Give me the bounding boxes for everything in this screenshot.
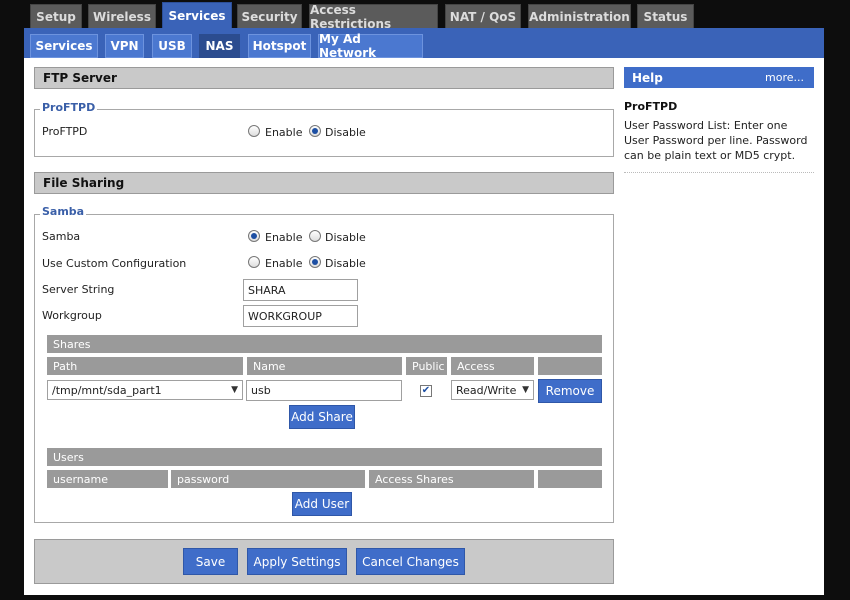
proftpd-enable-radio[interactable]	[248, 125, 260, 137]
share-access-value: Read/Write	[456, 383, 517, 397]
share-name-input[interactable]	[246, 380, 402, 401]
users-access-shares-header: Access Shares	[369, 470, 534, 488]
add-user-button[interactable]: Add User	[292, 492, 352, 516]
add-share-button[interactable]: Add Share	[289, 405, 355, 429]
share-public-checkbox[interactable]: ✔	[420, 385, 432, 397]
help-topic: ProFTPD	[624, 100, 678, 113]
ftp-server-header: FTP Server	[34, 67, 614, 89]
shares-title: Shares	[47, 335, 602, 353]
apply-settings-button[interactable]: Apply Settings	[247, 548, 347, 575]
shares-access-header: Access	[451, 357, 534, 375]
top-tab-services[interactable]: Services	[162, 2, 232, 28]
share-path-value: /tmp/mnt/sda_part1	[52, 383, 162, 397]
chevron-down-icon: ▼	[522, 385, 529, 395]
sub-tab-hotspot[interactable]: Hotspot	[248, 34, 311, 58]
custom-config-enable-radio[interactable]	[248, 256, 260, 268]
file-sharing-header: File Sharing	[34, 172, 614, 194]
sub-tab-nas[interactable]: NAS	[199, 34, 240, 58]
sub-tab-services[interactable]: Services	[30, 34, 98, 58]
users-title: Users	[47, 448, 602, 466]
workgroup-input[interactable]	[243, 305, 358, 327]
shares-name-header: Name	[247, 357, 402, 375]
top-tab-setup[interactable]: Setup	[30, 4, 82, 28]
sub-tab-usb[interactable]: USB	[152, 34, 192, 58]
custom-config-enable-label: Enable	[265, 257, 303, 270]
custom-config-disable-radio[interactable]	[309, 256, 321, 268]
workgroup-label: Workgroup	[42, 309, 102, 322]
users-password-header: password	[171, 470, 365, 488]
proftpd-label: ProFTPD	[42, 125, 88, 138]
remove-share-button[interactable]: Remove	[538, 379, 602, 403]
proftpd-fieldset	[34, 109, 614, 157]
chevron-down-icon: ▼	[231, 385, 238, 395]
users-username-header: username	[47, 470, 168, 488]
top-tab-security[interactable]: Security	[237, 4, 302, 28]
help-more-link[interactable]: more...	[765, 71, 804, 84]
server-string-input[interactable]	[243, 279, 358, 301]
custom-config-disable-label: Disable	[325, 257, 366, 270]
top-tab-administration[interactable]: Administration	[528, 4, 631, 28]
share-access-select[interactable]: Read/Write ▼	[451, 380, 534, 400]
top-tab-nat-qos[interactable]: NAT / QoS	[445, 4, 521, 28]
users-action-header	[538, 470, 602, 488]
help-header: Help more...	[624, 67, 814, 88]
proftpd-enable-label: Enable	[265, 126, 303, 139]
samba-enable-radio[interactable]	[248, 230, 260, 242]
samba-disable-radio[interactable]	[309, 230, 321, 242]
shares-public-header: Public	[406, 357, 447, 375]
proftpd-disable-radio[interactable]	[309, 125, 321, 137]
share-path-select[interactable]: /tmp/mnt/sda_part1 ▼	[47, 380, 243, 400]
top-tab-wireless[interactable]: Wireless	[88, 4, 156, 28]
proftpd-legend: ProFTPD	[40, 101, 98, 114]
help-text: User Password List: Enter one User Passw…	[624, 119, 808, 162]
samba-label: Samba	[42, 230, 81, 243]
proftpd-disable-label: Disable	[325, 126, 366, 139]
top-tab-status[interactable]: Status	[637, 4, 694, 28]
top-tab-access-restrictions[interactable]: Access Restrictions	[309, 3, 438, 31]
save-button[interactable]: Save	[183, 548, 238, 575]
server-string-label: Server String	[42, 283, 115, 296]
cancel-changes-button[interactable]: Cancel Changes	[356, 548, 465, 575]
help-divider	[624, 172, 814, 173]
help-title: Help	[632, 70, 663, 85]
samba-enable-label: Enable	[265, 231, 303, 244]
sub-tab-vpn[interactable]: VPN	[105, 34, 144, 58]
samba-disable-label: Disable	[325, 231, 366, 244]
samba-legend: Samba	[40, 205, 87, 218]
custom-config-label: Use Custom Configuration	[42, 257, 187, 270]
shares-action-header	[538, 357, 602, 375]
sub-tab-my-ad-network[interactable]: My Ad Network	[318, 32, 423, 60]
sub-nav-bar	[24, 28, 824, 58]
checkmark-icon: ✔	[421, 385, 431, 396]
shares-path-header: Path	[47, 357, 243, 375]
